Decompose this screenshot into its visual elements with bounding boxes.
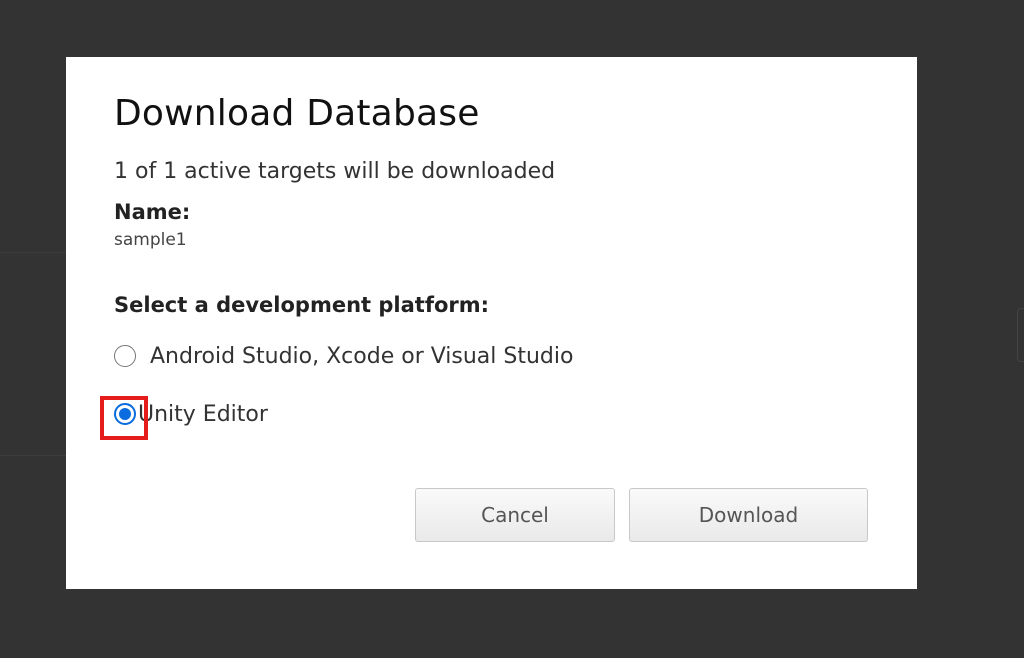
platform-option-label: Android Studio, Xcode or Visual Studio <box>150 343 574 369</box>
background-divider <box>0 252 66 253</box>
radio-button-checked[interactable] <box>100 396 148 440</box>
platform-select-label: Select a development platform: <box>114 293 490 317</box>
platform-option-unity-editor[interactable]: Unity Editor <box>100 396 268 440</box>
database-name-value: sample1 <box>114 230 187 250</box>
cancel-button[interactable]: Cancel <box>415 488 615 542</box>
radio-button-unchecked[interactable] <box>114 345 136 367</box>
download-summary: 1 of 1 active targets will be downloaded <box>114 159 556 184</box>
name-label: Name: <box>114 200 191 224</box>
download-database-dialog: Download Database 1 of 1 active targets … <box>66 57 917 589</box>
background-panel-edge <box>1017 308 1024 362</box>
dialog-title: Download Database <box>114 93 480 134</box>
background-divider <box>0 455 66 456</box>
platform-option-android-xcode-vs[interactable]: Android Studio, Xcode or Visual Studio <box>114 341 573 371</box>
platform-option-label: Unity Editor <box>138 401 268 427</box>
download-button[interactable]: Download <box>629 488 868 542</box>
